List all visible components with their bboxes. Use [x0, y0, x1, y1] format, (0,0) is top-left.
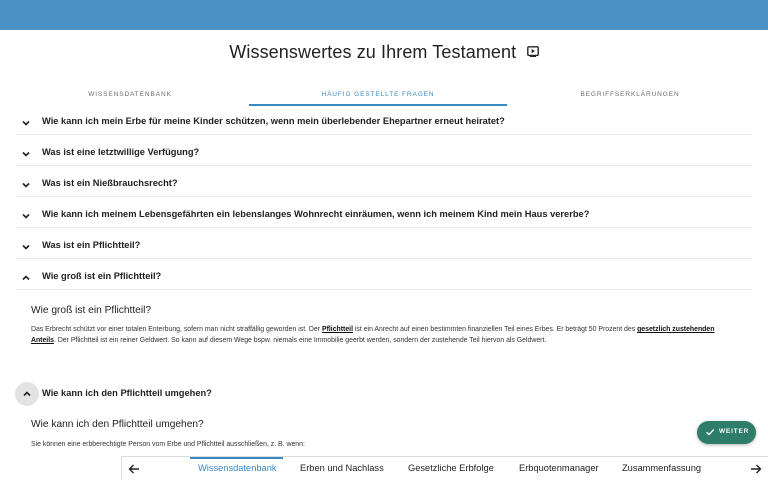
play-box-icon[interactable]: [526, 44, 539, 62]
check-icon: [706, 429, 715, 436]
arrow-right-icon[interactable]: [749, 462, 763, 476]
answer-text: Das Erbrecht schützt vor einer totalen E…: [31, 324, 736, 346]
nav-item-erbquotenmanager[interactable]: Erbquotenmanager: [519, 457, 599, 480]
tab-wissensdatenbank[interactable]: Wissensdatenbank: [0, 84, 260, 106]
faq-item[interactable]: Was ist eine letztwillige Verfügung?: [16, 142, 752, 166]
weiter-button[interactable]: WEITER: [697, 421, 756, 444]
answer-title: Wie kann ich den Pflichtteil umgehen?: [31, 419, 204, 430]
tab-bar: Wissensdatenbank Häufig gestellte Fragen…: [0, 84, 768, 106]
answer-title: Wie groß ist ein Pflichtteil?: [31, 305, 152, 316]
chevron-up-icon: [22, 275, 30, 281]
chevron-down-icon: [22, 182, 30, 188]
faq-item[interactable]: Wie kann ich meinem Lebensgefährten ein …: [16, 204, 752, 228]
faq-item[interactable]: Was ist ein Pflichtteil?: [16, 235, 752, 259]
faq-question: Was ist eine letztwillige Verfügung?: [42, 147, 200, 157]
nav-item-gesetzliche-erbfolge[interactable]: Gesetzliche Erbfolge: [408, 457, 494, 480]
link-pflichtteil[interactable]: Pflichtteil: [322, 326, 353, 333]
faq-question: Wie kann ich den Pflichtteil umgehen?: [42, 388, 212, 398]
tab-active-indicator: [249, 104, 507, 106]
faq-item[interactable]: Wie kann ich mein Erbe für meine Kinder …: [16, 111, 752, 135]
bottom-navigation: Wissensdatenbank Erben und Nachlass Gese…: [121, 456, 768, 480]
answer-text-segment: Das Erbrecht schützt vor einer totalen E…: [31, 326, 322, 333]
chevron-down-icon: [22, 213, 30, 219]
nav-item-zusammenfassung[interactable]: Zusammenfassung: [622, 457, 701, 480]
page-title-row: Wissenswertes zu Ihrem Testament: [0, 42, 768, 66]
answer-text-segment: . Der Pflichtteil ist ein reiner Geldwer…: [53, 337, 547, 345]
faq-question: Was ist ein Pflichtteil?: [42, 240, 141, 250]
faq-item[interactable]: Was ist ein Nießbrauchsrecht?: [16, 173, 752, 197]
chevron-down-icon: [22, 151, 30, 157]
nav-item-erben-und-nachlass[interactable]: Erben und Nachlass: [300, 457, 384, 480]
faq-question: Was ist ein Nießbrauchsrecht?: [42, 178, 178, 188]
faq-question: Wie kann ich mein Erbe für meine Kinder …: [42, 116, 505, 126]
faq-question: Wie kann ich meinem Lebensgefährten ein …: [42, 209, 590, 219]
app-header-bar: [0, 0, 768, 30]
weiter-button-label: WEITER: [719, 428, 750, 435]
page-title: Wissenswertes zu Ihrem Testament: [229, 42, 517, 62]
nav-item-wissensdatenbank[interactable]: Wissensdatenbank: [198, 457, 277, 480]
chevron-down-icon: [22, 244, 30, 250]
faq-item-expanded[interactable]: Wie kann ich den Pflichtteil umgehen?: [16, 382, 752, 406]
tab-haeufig-gestellte-fragen[interactable]: Häufig gestellte Fragen: [249, 84, 507, 106]
answer-text: Sie können eine erbberechtigte Person vo…: [31, 441, 305, 448]
chevron-down-icon: [22, 120, 30, 126]
faq-item-expanded[interactable]: Wie groß ist ein Pflichtteil?: [16, 266, 752, 290]
faq-question: Wie groß ist ein Pflichtteil?: [42, 271, 162, 281]
tab-begriffserklaerungen[interactable]: Begriffserklärungen: [500, 84, 760, 106]
answer-text-segment: ist ein Anrecht auf einen bestimmten fin…: [352, 326, 638, 333]
arrow-left-icon[interactable]: [127, 462, 141, 476]
